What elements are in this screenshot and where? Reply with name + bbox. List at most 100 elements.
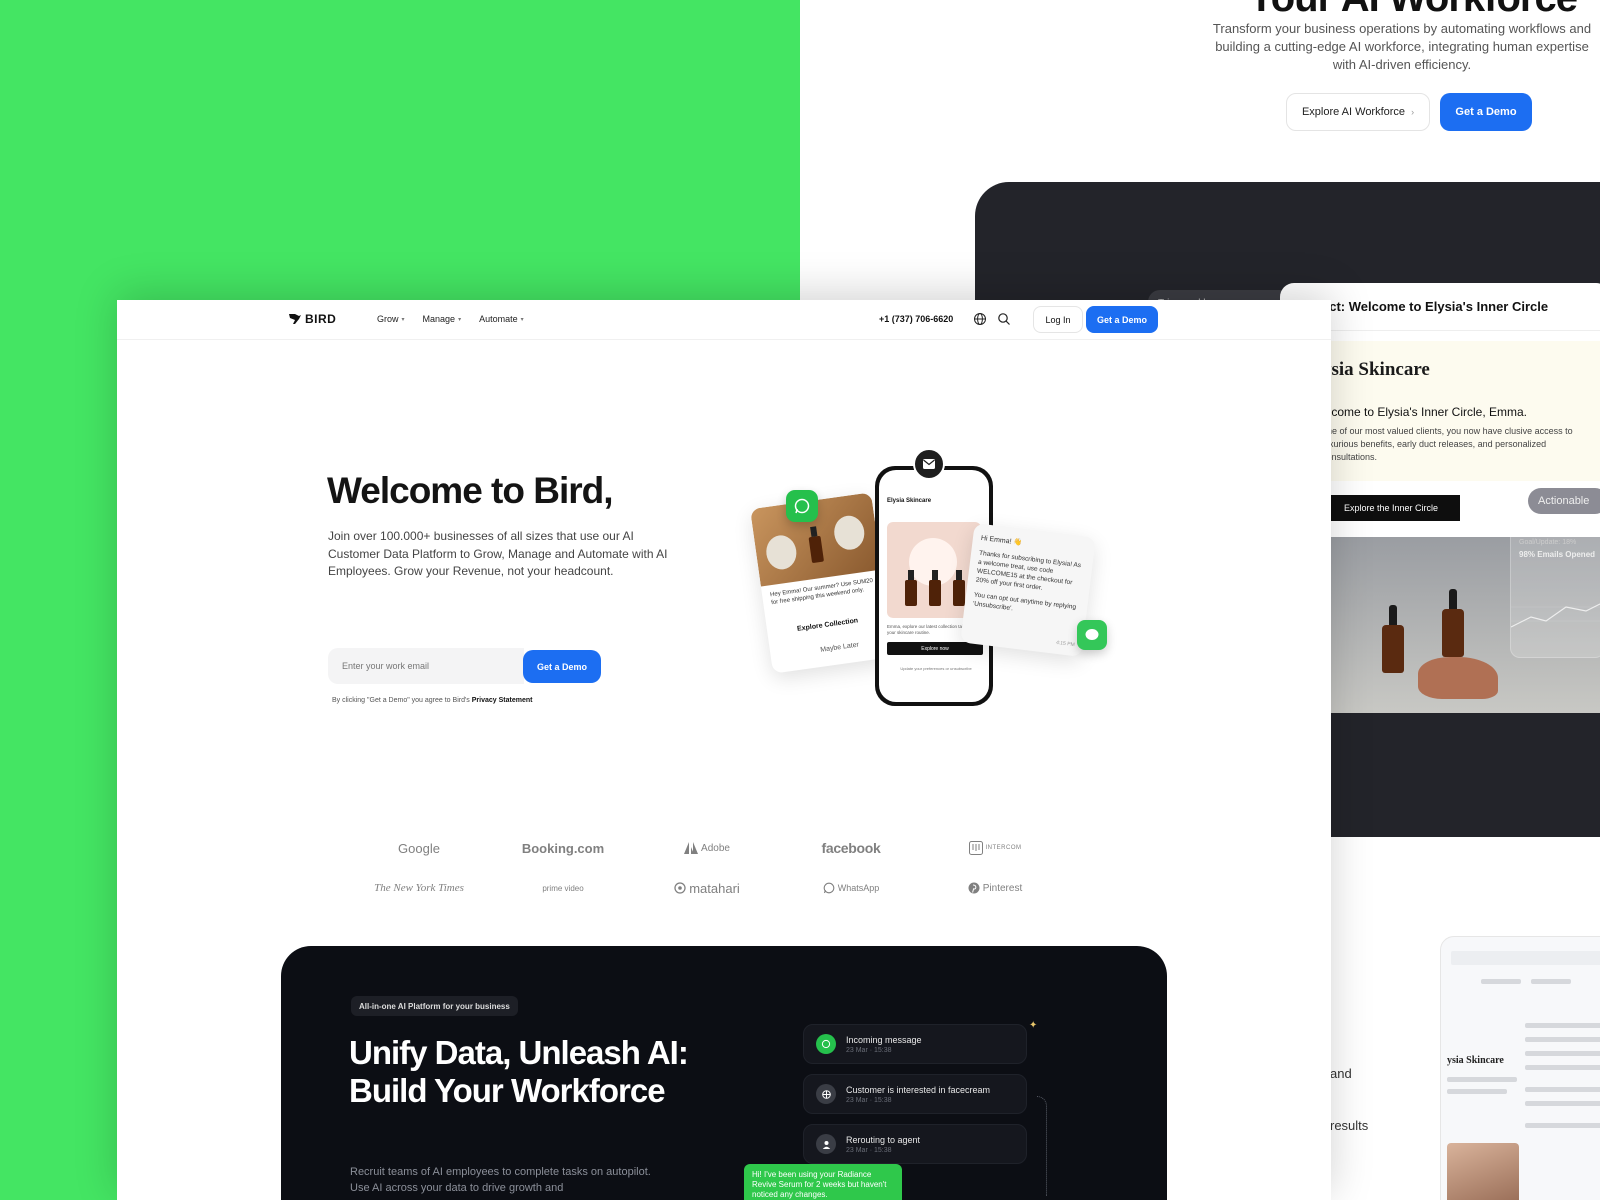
adobe-text: Adobe <box>701 842 730 854</box>
chevron-down-icon: ▾ <box>401 316 405 323</box>
explore-inner-circle-button[interactable]: Explore the Inner Circle <box>1322 495 1460 521</box>
nytimes-logo: The New York Times <box>374 882 464 894</box>
hero-title: Welcome to Bird, <box>327 470 614 511</box>
explore-collection-link[interactable]: Explore Collection <box>797 617 859 632</box>
event-time: 23 Mar · 15:38 <box>846 1146 892 1154</box>
back-heading: Your AI Workforce <box>1248 0 1578 21</box>
pinterest-logo: Pinterest <box>923 878 1067 898</box>
pinterest-text: Pinterest <box>982 882 1023 894</box>
rock-image <box>1418 657 1498 699</box>
intercom-logo: INTERCOM <box>923 838 1067 858</box>
hero-get-demo-button[interactable]: Get a Demo <box>523 650 601 683</box>
event-title: Rerouting to agent <box>846 1134 921 1145</box>
promo-message-card: Hey Emma! Our summer? Use SUM20 for free… <box>750 492 894 674</box>
whatsapp-logo: WhatsApp <box>779 878 923 898</box>
pinterest-icon <box>968 882 980 894</box>
explore-label: Explore AI Workforce <box>1301 106 1406 118</box>
event-text: Rerouting to agent 23 Mar · 15:38 <box>846 1135 920 1154</box>
placeholder-line <box>1525 1037 1600 1042</box>
adobe-logo: Adobe <box>635 838 779 858</box>
sms-badge <box>1077 620 1107 650</box>
whatsapp-icon <box>794 498 810 514</box>
menu-manage[interactable]: Manage ▾ <box>423 314 462 324</box>
sms-body: Thanks for subscribing to Elysia! As a w… <box>975 549 1082 592</box>
stat-label: Goal/Update: 18% <box>1519 539 1577 546</box>
matahari-icon <box>674 882 686 894</box>
hero-subtitle: Join over 100.000+ businesses of all siz… <box>328 529 668 578</box>
agent-icon <box>816 1134 836 1154</box>
back-lower-text: results <box>1330 1118 1369 1133</box>
search-icon[interactable] <box>997 312 1011 326</box>
placeholder-line <box>1481 979 1521 984</box>
email-welcome: elcome to Elysia's Inner Circle, Emma. <box>1322 405 1528 419</box>
privacy-statement-link[interactable]: Privacy Statement <box>472 697 533 704</box>
menu-grow[interactable]: Grow ▾ <box>377 314 405 324</box>
prime-video-logo: prime video <box>542 883 584 893</box>
top-nav: BIRD Grow ▾ Manage ▾ Automate ▾ +1 (737) 70… <box>117 300 1331 340</box>
stone-image <box>764 533 799 572</box>
explore-now-button[interactable]: Explore now <box>887 642 983 655</box>
serum-bottle-image <box>1442 589 1464 657</box>
globe-icon[interactable] <box>973 312 987 326</box>
work-email-input[interactable] <box>328 648 524 684</box>
stat-value: 98% Emails Opened <box>1519 550 1596 559</box>
menu-label: Manage <box>422 314 456 324</box>
actionable-pill: Actionable <box>1528 488 1600 514</box>
back-lower-text: and <box>1330 1066 1352 1081</box>
event-title: Customer is interested in facecream <box>846 1084 991 1095</box>
customer-chat-bubble: Hi! I've been using your Radiance Revive… <box>744 1164 902 1200</box>
platform-subtitle: Recruit teams of AI employees to complet… <box>350 1166 651 1194</box>
matahari-text: matahari <box>689 880 740 896</box>
back-editor-panel: ysia Skincare <box>1440 936 1600 1200</box>
openai-icon <box>816 1084 836 1104</box>
serum-bottle-image <box>905 570 917 606</box>
serum-bottle-image <box>929 570 941 606</box>
event-customer-interest: Customer is interested in facecream 23 M… <box>803 1074 1027 1114</box>
serum-bottle-image <box>1382 605 1404 673</box>
menu-automate[interactable]: Automate ▾ <box>479 314 524 324</box>
chevron-down-icon: ▾ <box>458 316 462 323</box>
phone-number[interactable]: +1 (737) 706-6620 <box>879 314 953 324</box>
event-text: Customer is interested in facecream 23 M… <box>846 1085 990 1104</box>
bird-logo[interactable]: BIRD <box>289 312 336 326</box>
event-incoming-message: Incoming message 23 Mar · 15:38 <box>803 1024 1027 1064</box>
placeholder-line <box>1447 1077 1517 1082</box>
menu-label: Grow <box>377 314 399 324</box>
serum-bottle-image <box>808 535 825 564</box>
mail-icon <box>923 459 935 469</box>
adobe-icon <box>684 842 699 854</box>
login-button[interactable]: Log In <box>1033 306 1083 333</box>
nav-get-demo-button[interactable]: Get a Demo <box>1086 306 1158 333</box>
placeholder-line <box>1525 1051 1600 1056</box>
back-subtitle: Transform your business operations by au… <box>1212 21 1592 72</box>
chevron-right-icon: › <box>1411 107 1415 117</box>
email-brand: ysia Skincare <box>1322 359 1430 380</box>
panel-brand: ysia Skincare <box>1447 1055 1504 1066</box>
google-logo: Google <box>398 840 440 856</box>
intercom-text: INTERCOM <box>985 845 1022 851</box>
bird-icon <box>289 314 301 324</box>
event-time: 23 Mar · 15:38 <box>846 1046 892 1054</box>
phone-footer: Update your preferences or unsubscribe <box>900 666 972 671</box>
phone-sender: Elysia Skincare <box>887 498 932 504</box>
email-inner: ysia Skincare elcome to Elysia's Inner C… <box>1322 341 1600 481</box>
ai-glyph <box>821 1089 831 1099</box>
front-page-screenshot: BIRD Grow ▾ Manage ▾ Automate ▾ +1 (737) 70… <box>117 300 1331 1200</box>
placeholder-line <box>1447 1089 1507 1094</box>
chevron-down-icon: ▾ <box>520 316 524 323</box>
back-get-demo-button[interactable]: Get a Demo <box>1440 93 1532 131</box>
customer-logos: Google Booking.com Adobe facebook INTERC… <box>347 838 1067 898</box>
flow-connector <box>1037 1096 1047 1196</box>
event-text: Incoming message 23 Mar · 15:38 <box>846 1035 922 1054</box>
event-rerouting: Rerouting to agent 23 Mar · 15:38 <box>803 1124 1027 1164</box>
placeholder-line <box>1525 1101 1600 1106</box>
sms-time: 4:15 PM <box>1055 639 1075 649</box>
stone-image <box>832 513 867 552</box>
email-badge <box>913 448 945 480</box>
menu-label: Automate <box>479 314 518 324</box>
explore-ai-workforce-button[interactable]: Explore AI Workforce › <box>1286 93 1430 131</box>
maybe-later-link[interactable]: Maybe Later <box>820 642 860 654</box>
whatsapp-text: WhatsApp <box>837 883 880 893</box>
sms-message-card: Hi Emma! 👋 Thanks for subscribing to Ely… <box>960 523 1096 657</box>
facebook-logo: facebook <box>821 840 881 856</box>
